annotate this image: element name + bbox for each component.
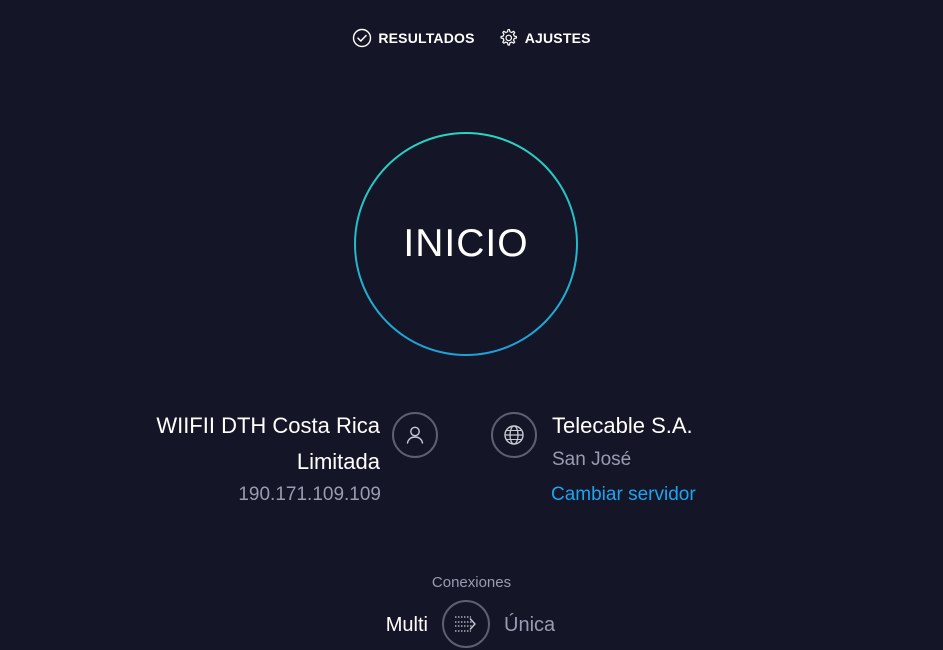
speedtest-page: RESULTADOS AJUSTES INICIO WIIFII DTH Cos… — [0, 0, 943, 650]
connections-multi-option[interactable]: Multi — [386, 614, 428, 637]
change-server-link[interactable]: Cambiar servidor — [551, 484, 696, 506]
start-button[interactable]: INICIO — [354, 132, 578, 356]
isp-ip-address: 190.171.109.109 — [238, 484, 381, 505]
settings-nav-label: AJUSTES — [524, 30, 591, 46]
globe-icon — [491, 412, 537, 458]
connections-toggle-icon[interactable] — [442, 600, 490, 648]
connections-single-option[interactable]: Única — [504, 614, 555, 637]
settings-nav-item[interactable]: AJUSTES — [497, 27, 591, 49]
isp-name: WIIFII DTH Costa Rica Limitada — [156, 413, 380, 474]
start-button-label: INICIO — [356, 134, 576, 354]
gear-icon — [497, 27, 519, 49]
top-nav: RESULTADOS AJUSTES — [0, 26, 943, 50]
results-nav-item[interactable]: RESULTADOS — [352, 28, 474, 48]
check-circle-icon — [352, 28, 372, 48]
server-city: San José — [552, 449, 632, 470]
user-icon — [392, 412, 438, 458]
connections-label: Conexiones — [431, 574, 512, 591]
results-nav-label: RESULTADOS — [378, 30, 475, 46]
server-name: Telecable S.A. — [552, 413, 693, 438]
